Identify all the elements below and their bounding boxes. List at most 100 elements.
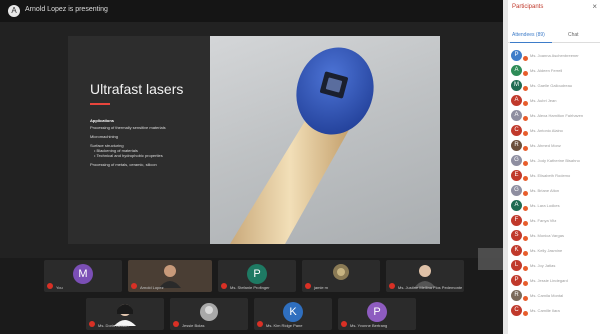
slide-title: Ultrafast lasers [90, 81, 184, 97]
muted-mic-icon [523, 236, 528, 241]
camera-feed [333, 264, 349, 280]
participant-row[interactable]: C Ms. Antonio Alaino [508, 123, 600, 138]
muted-mic-icon [523, 266, 528, 271]
participant-row[interactable]: F Ms. Fanya Vitz [508, 213, 600, 228]
video-tile[interactable]: jamie m [302, 260, 380, 292]
slide-bullet: Micromachining [90, 134, 119, 139]
muted-mic-icon [523, 296, 528, 301]
participant-row[interactable]: A Ms. Aideen Ferrell [508, 63, 600, 78]
video-tile[interactable]: P Ms. Yvonne Bertrang [338, 298, 416, 330]
matchstick-image [230, 47, 374, 244]
participant-name: Ms. Briane Alton [530, 188, 560, 193]
participant-name: Ms. Aubri Jean [530, 98, 557, 103]
participant-name: Ms. Lara Lodkes [530, 203, 560, 208]
muted-mic-icon [523, 86, 528, 91]
muted-mic-icon [47, 283, 53, 289]
participant-name: Ms. Jody Katherine Bisahno [530, 158, 580, 163]
tab-chat[interactable]: Chat [568, 32, 579, 38]
avatar: K [511, 245, 522, 256]
muted-mic-icon [257, 321, 263, 327]
participant-row[interactable]: M Ms. Gaelle Galloudreau [508, 78, 600, 93]
muted-mic-icon [523, 131, 528, 136]
tile-name: Jessie Bolas [182, 323, 205, 328]
participant-row[interactable]: R Ms. Ahmed Monz [508, 138, 600, 153]
tile-name: Ms. Kim Ridge Pane [266, 323, 303, 328]
avatar: A [511, 65, 522, 76]
muted-mic-icon [523, 101, 528, 106]
participant-row[interactable]: P Ms. Jessie Lindegard [508, 273, 600, 288]
panel-tabs: Attendees (89) Chat [508, 30, 600, 43]
avatar: L [511, 260, 522, 271]
participant-row[interactable]: A Ms. Aubri Jean [508, 93, 600, 108]
video-tile[interactable]: K Ms. Kim Ridge Pane [254, 298, 332, 330]
participant-row[interactable]: E Ms. Elisabeth Rodemo [508, 168, 600, 183]
participant-name: Ms. Gaelle Galloudreau [530, 83, 573, 88]
avatar: C [511, 305, 522, 316]
participant-name: Ms. Monica Vargas [530, 233, 564, 238]
video-tile[interactable]: Ms. Justine Mellina Flos Pedemonte [386, 260, 464, 292]
participant-row[interactable]: G Ms. Briane Alton [508, 183, 600, 198]
muted-mic-icon [131, 283, 137, 289]
avatar: P [247, 264, 267, 284]
slide-bullet: Processing of thermally sensitive materi… [90, 125, 166, 130]
avatar: P [511, 50, 522, 61]
slide-body: Applications Processing of thermally sen… [90, 118, 202, 171]
avatar: G [511, 155, 522, 166]
participant-row[interactable]: A Ms. Lara Lodkes [508, 198, 600, 213]
active-tab-indicator [510, 42, 552, 43]
avatar: P [367, 302, 387, 322]
presentation-stage: Ultrafast lasers Applications Processing… [0, 22, 503, 258]
avatar: K [283, 302, 303, 322]
video-tile[interactable]: Ms. Doris Nelson [86, 298, 164, 330]
slide-sub-bullet: • Technical and hydrophobic properties [94, 153, 163, 158]
avatar: M [511, 80, 522, 91]
muted-mic-icon [523, 221, 528, 226]
participant-row[interactable]: P Ms. Joanna Aschenbreener [508, 48, 600, 63]
presenting-label: Arnold Lopez is presenting [25, 6, 108, 13]
muted-mic-icon [523, 191, 528, 196]
muted-mic-icon [523, 251, 528, 256]
close-icon[interactable]: × [592, 2, 597, 11]
presenter-avatar: A [8, 5, 20, 17]
avatar: G [511, 185, 522, 196]
tile-name: jamie m [314, 285, 329, 290]
slide-text-panel: Ultrafast lasers Applications Processing… [68, 36, 210, 244]
participant-name: Ms. Camila Montal [530, 293, 564, 298]
participant-row[interactable]: S Ms. Monica Vargas [508, 228, 600, 243]
participant-name: Ms. Kelly Jasmine [530, 248, 563, 253]
avatar: A [511, 95, 522, 106]
participant-row[interactable]: R Ms. Camila Montal [508, 288, 600, 303]
participant-row[interactable]: A Ms. Alexa Hamilton Fairhaven [508, 108, 600, 123]
muted-mic-icon [523, 311, 528, 316]
participant-list: P Ms. Joanna Aschenbreener A Ms. Aideen Fer… [508, 48, 600, 318]
muted-mic-icon [523, 71, 528, 76]
participant-name: Ms. Fanya Vitz [530, 218, 557, 223]
slide-heading: Applications [90, 118, 115, 123]
video-tile[interactable]: M You [44, 260, 122, 292]
avatar: M [73, 264, 93, 284]
participant-name: Ms. Ahmed Monz [530, 143, 561, 148]
participant-name: Ms. Jessie Lindegard [530, 278, 568, 283]
tab-attendees[interactable]: Attendees (89) [512, 32, 545, 38]
avatar: R [511, 140, 522, 151]
participant-row[interactable]: K Ms. Kelly Jasmine [508, 243, 600, 258]
muted-mic-icon [523, 146, 528, 151]
avatar: C [511, 125, 522, 136]
participants-panel: Participants × Attendees (89) Chat P Ms. … [508, 0, 600, 334]
participant-row[interactable]: G Ms. Jody Katherine Bisahno [508, 153, 600, 168]
participant-name: Ms. Joanna Aschenbreener [530, 53, 579, 58]
muted-mic-icon [523, 206, 528, 211]
video-tile[interactable]: Arnold Lopez [128, 260, 212, 292]
participant-row[interactable]: C Ms. Camille Ilara [508, 303, 600, 318]
muted-mic-icon [173, 321, 179, 327]
slide-title-rule [90, 103, 110, 105]
video-tile[interactable]: P Ms. Stefanie Profinger [218, 260, 296, 292]
tile-name: Arnold Lopez [140, 285, 164, 290]
video-tile[interactable]: Jessie Bolas [170, 298, 248, 330]
tile-name: Ms. Justine Mellina Flos Pedemonte [398, 285, 463, 290]
muted-mic-icon [523, 176, 528, 181]
participant-row[interactable]: L Ms. Joy Jatlas [508, 258, 600, 273]
participant-name: Ms. Alexa Hamilton Fairhaven [530, 113, 584, 118]
muted-mic-icon [523, 281, 528, 286]
avatar: F [511, 215, 522, 226]
